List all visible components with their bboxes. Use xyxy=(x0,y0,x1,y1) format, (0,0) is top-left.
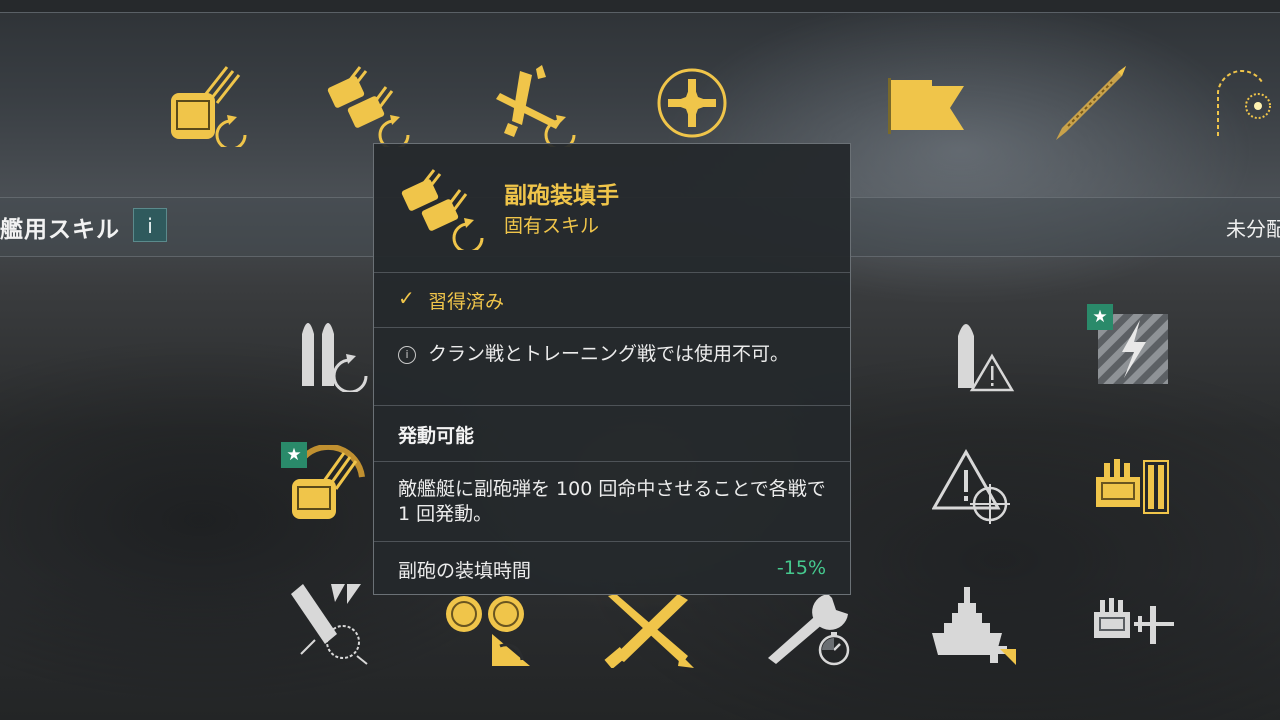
star-badge: ★ xyxy=(281,442,307,468)
secondary-reload-alt-icon[interactable] xyxy=(442,590,534,670)
skill-name: 副砲装填手 xyxy=(504,183,619,209)
check-icon: ✓ xyxy=(398,286,415,310)
fire-burst-icon[interactable] xyxy=(1212,66,1280,138)
skill-type: 固有スキル xyxy=(504,215,600,237)
stat-value: -15% xyxy=(776,557,826,579)
aa-aircraft-icon[interactable] xyxy=(1090,596,1176,650)
shell-warning-icon[interactable] xyxy=(950,310,1016,392)
acquired-label: 習得済み xyxy=(428,291,505,313)
stat-row: 副砲の装填時間 -15% xyxy=(374,542,850,594)
secondary-reload-icon[interactable] xyxy=(326,65,416,147)
secondary-reload-icon xyxy=(400,168,490,254)
skill-tooltip: 副砲装填手 固有スキル ✓ 習得済み i クラン戦とトレーニング戦では使用不可。… xyxy=(373,143,851,595)
broken-shell-icon[interactable] xyxy=(285,580,371,666)
aircraft-reload-icon[interactable] xyxy=(490,63,580,147)
tooltip-header: 副砲装填手 固有スキル xyxy=(374,144,850,273)
top-bar xyxy=(0,0,1280,13)
torpedo-icon[interactable] xyxy=(1048,62,1132,144)
battleship-repair-icon[interactable] xyxy=(930,585,1020,667)
unallocated-label: 未分配 xyxy=(1226,217,1280,241)
cross-emblem-icon[interactable] xyxy=(656,67,728,139)
restriction-row: i クラン戦とトレーニング戦では使用不可。 xyxy=(374,328,850,406)
info-icon: i xyxy=(398,346,416,364)
trigger-heading: 発動可能 xyxy=(398,425,475,447)
trigger-desc-row: 敵艦艇に副砲弾を 100 回命中させることで各戦で 1 回発動。 xyxy=(374,462,850,542)
shell-reload-icon[interactable] xyxy=(296,310,372,392)
stat-label: 副砲の装填時間 xyxy=(398,560,532,582)
trigger-description: 敵艦艇に副砲弾を 100 回命中させることで各戦で 1 回発動。 xyxy=(398,478,826,525)
info-button[interactable]: i xyxy=(133,208,167,242)
crossed-guns-icon[interactable] xyxy=(604,592,696,668)
main-battery-reload-icon[interactable] xyxy=(165,65,255,147)
restriction-text: クラン戦とトレーニング戦では使用不可。 xyxy=(428,343,790,365)
wrench-timer-icon[interactable] xyxy=(764,588,856,668)
signal-flag-icon[interactable] xyxy=(888,78,966,134)
section-title: 艦用スキル xyxy=(0,217,120,243)
star-badge: ★ xyxy=(1087,304,1113,330)
acquired-row: ✓ 習得済み xyxy=(374,272,850,328)
warning-target-icon[interactable] xyxy=(932,448,1014,528)
aa-battery-icon[interactable] xyxy=(1090,455,1170,517)
trigger-heading-row: 発動可能 xyxy=(374,406,850,462)
